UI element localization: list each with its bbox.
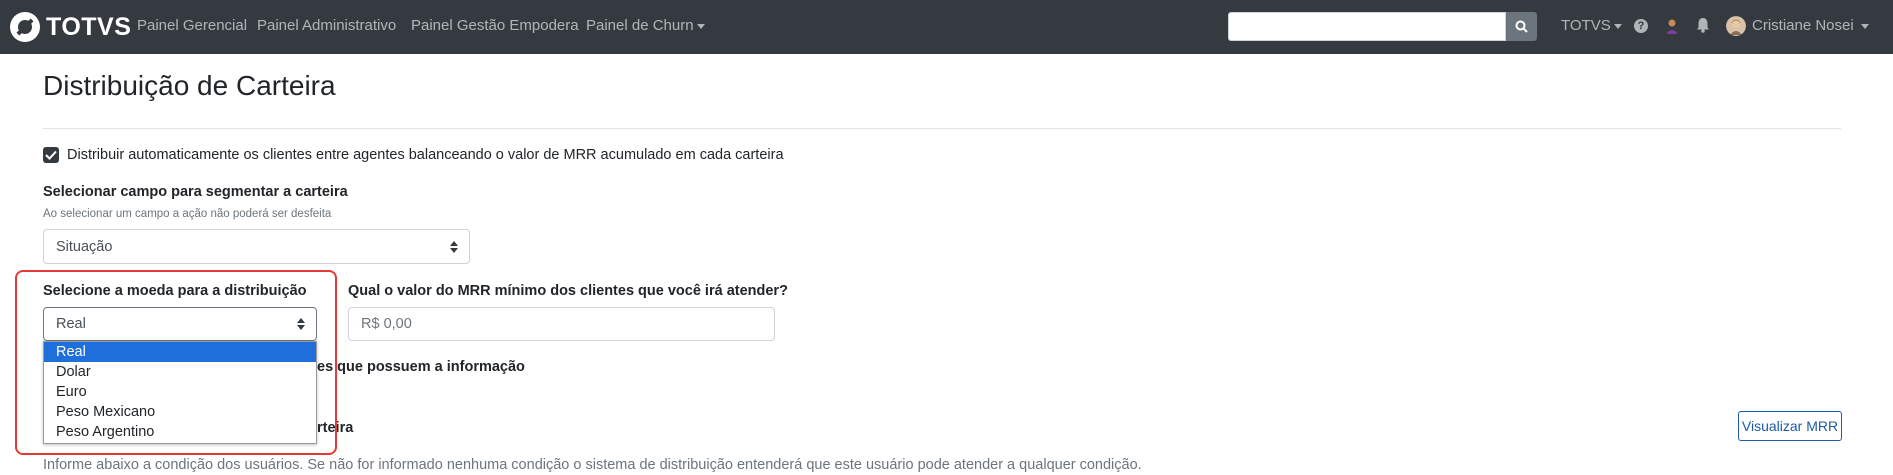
chevron-down-icon — [696, 23, 705, 29]
auto-distribute-checkbox[interactable] — [43, 147, 59, 163]
users-condition-info: Informe abaixo a condição dos usuários. … — [43, 457, 1142, 473]
totvs-logo[interactable]: TOTVS — [10, 12, 131, 42]
search-icon — [1515, 20, 1528, 33]
user-menu[interactable]: Cristiane Nosei — [1752, 17, 1869, 34]
totvs-logo-icon — [10, 12, 40, 42]
mrr-minimum-label: Qual o valor do MRR mínimo dos clientes … — [348, 283, 788, 299]
segment-field-label: Selecionar campo para segmentar a cartei… — [43, 184, 348, 200]
nav-link-painel-gestao-empodera[interactable]: Painel Gestão Empodera — [411, 17, 579, 34]
auto-distribute-label[interactable]: Distribuir automaticamente os clientes e… — [67, 147, 784, 163]
nav-link-painel-gerencial[interactable]: Painel Gerencial — [137, 17, 247, 34]
user-name: Cristiane Nosei — [1752, 17, 1854, 34]
segment-help-text: Ao selecionar um campo a ação não poderá… — [43, 208, 332, 220]
top-navbar: TOTVS Painel Gerencial Painel Administra… — [0, 0, 1893, 54]
search-button[interactable] — [1506, 12, 1537, 41]
org-menu[interactable]: TOTVS — [1561, 17, 1622, 34]
checkmark-icon — [45, 150, 57, 160]
segment-field-value: Situação — [56, 238, 113, 255]
partially-hidden-label: es que possuem a informação — [317, 359, 525, 375]
page-title: Distribuição de Carteira — [43, 70, 336, 101]
notifications-bell-icon[interactable] — [1696, 17, 1710, 33]
highlight-annotation-box — [15, 270, 337, 455]
agent-avatar-icon[interactable] — [1663, 17, 1681, 35]
select-arrows-icon — [450, 240, 458, 253]
user-avatar[interactable] — [1726, 16, 1746, 36]
help-icon[interactable]: ? — [1634, 19, 1648, 33]
nav-link-painel-administrativo[interactable]: Painel Administrativo — [257, 17, 396, 34]
segment-field-select[interactable]: Situação — [43, 229, 470, 264]
search-input[interactable] — [1228, 12, 1506, 41]
org-menu-label: TOTVS — [1561, 17, 1611, 34]
nav-link-painel-de-churn-label: Painel de Churn — [586, 17, 694, 34]
nav-link-painel-de-churn[interactable]: Painel de Churn — [586, 17, 705, 34]
mrr-minimum-placeholder: R$ 0,00 — [361, 316, 412, 332]
chevron-down-icon — [1613, 23, 1622, 29]
chevron-down-icon — [1860, 23, 1869, 29]
divider — [43, 128, 1841, 129]
view-mrr-button[interactable]: Visualizar MRR — [1738, 411, 1842, 441]
brand-name: TOTVS — [46, 12, 132, 41]
mrr-minimum-input[interactable]: R$ 0,00 — [348, 307, 775, 341]
